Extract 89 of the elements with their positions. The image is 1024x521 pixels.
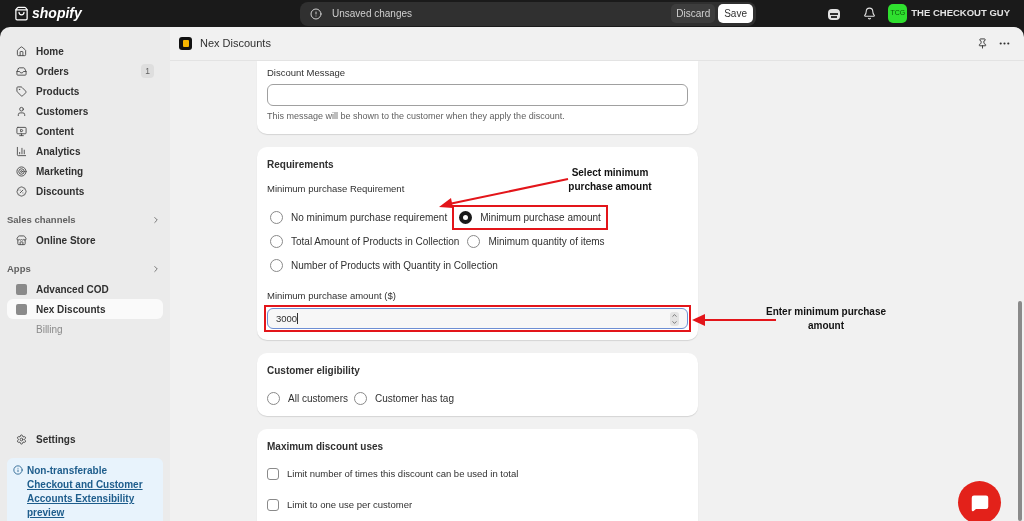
nav-label: Online Store xyxy=(36,233,96,248)
nav-icon xyxy=(16,65,27,77)
info-icon xyxy=(13,465,23,475)
radio-button[interactable] xyxy=(270,211,283,224)
notification-bell-icon[interactable] xyxy=(863,7,877,20)
nav-item[interactable]: Products xyxy=(7,81,163,101)
annotation-text: Select minimum purchase amount xyxy=(567,166,653,194)
section-heading: Apps xyxy=(7,261,31,276)
nav-item[interactable]: Nex Discounts xyxy=(7,299,163,319)
store-name[interactable]: THE CHECKOUT GUY xyxy=(911,6,1010,21)
discard-button[interactable]: Discard xyxy=(671,4,716,23)
app-icon xyxy=(16,303,27,315)
settings-icon xyxy=(16,433,27,445)
store-icon xyxy=(16,234,27,246)
nav-item[interactable]: Customers xyxy=(7,101,163,121)
nav-icon xyxy=(16,185,27,197)
amount-input[interactable]: 3000 xyxy=(267,308,688,330)
app-icon xyxy=(179,37,192,50)
nav-label: Analytics xyxy=(36,144,81,159)
option-label: All customers xyxy=(288,392,348,407)
nav-label: Marketing xyxy=(36,164,84,179)
field-label: Discount Message xyxy=(267,66,347,80)
logo-text: shopify xyxy=(32,4,82,23)
nav-item[interactable]: Advanced COD xyxy=(7,279,163,299)
nav-icon xyxy=(16,45,27,57)
chat-icon xyxy=(970,493,989,512)
nav-label: Nex Discounts xyxy=(36,302,106,317)
nav-label: Content xyxy=(36,124,74,139)
card-title: Customer eligibility xyxy=(267,364,360,379)
help-text: This message will be shown to the customer when they apply the discount. xyxy=(267,110,566,124)
nav-label: Settings xyxy=(36,432,76,447)
scrollbar[interactable] xyxy=(1018,301,1022,521)
bag-logo-icon xyxy=(14,6,29,21)
section-heading: Sales channels xyxy=(7,212,76,227)
subtitle: Minimum purchase Requirement xyxy=(267,181,405,196)
app-title: Nex Discounts xyxy=(200,36,271,52)
card-title: Maximum discount uses xyxy=(267,440,384,455)
chevron-right-icon[interactable] xyxy=(151,215,161,225)
nav-item[interactable]: Analytics xyxy=(7,141,163,161)
chevron-right-icon[interactable] xyxy=(151,264,161,274)
alert-icon xyxy=(310,7,322,20)
checkbox[interactable] xyxy=(267,498,279,511)
nav-icon xyxy=(16,165,27,177)
message-input[interactable] xyxy=(267,84,688,107)
annotation-text: Enter minimum purchase amount xyxy=(765,305,887,333)
field-label: Minimum purchase amount ($) xyxy=(267,289,396,303)
nav-label: Orders xyxy=(36,64,69,79)
nav-icon xyxy=(16,145,27,157)
app-icon xyxy=(16,283,27,295)
nav-label: Customers xyxy=(36,104,89,119)
option-label: Total Amount of Products in Collection xyxy=(291,235,460,249)
nav-item[interactable]: Marketing xyxy=(7,161,163,181)
radio-button[interactable] xyxy=(270,235,283,248)
option-label: No minimum purchase requirement xyxy=(291,211,448,225)
option-label: Minimum purchase amount xyxy=(480,211,601,225)
nav-label: Billing xyxy=(36,322,63,337)
card-title: Requirements xyxy=(267,157,334,172)
option-label: Customer has tag xyxy=(375,392,454,407)
option-label: Limit to one use per customer xyxy=(287,497,413,512)
banner-title: Non-transferable xyxy=(27,464,108,478)
nav-item[interactable]: Home xyxy=(7,41,163,61)
radio-button[interactable] xyxy=(354,392,367,406)
stepper-icon[interactable] xyxy=(670,311,679,326)
radio-button[interactable] xyxy=(267,392,280,406)
nav-icon xyxy=(16,85,27,97)
nav-label: Products xyxy=(36,84,80,99)
nav-icon xyxy=(16,105,27,117)
banner-link[interactable]: Checkout and Customer Accounts Extensibility preview xyxy=(27,478,157,520)
notice-text: Unsaved changes xyxy=(332,7,413,21)
save-button[interactable]: Save xyxy=(718,4,753,23)
radio-button[interactable] xyxy=(270,259,283,272)
nav-item[interactable]: Orders 1 xyxy=(7,61,163,81)
nav-label: Advanced COD xyxy=(36,282,109,297)
nav-item[interactable]: Settings xyxy=(7,429,163,449)
pin-icon[interactable] xyxy=(977,38,988,49)
nav-label: Discounts xyxy=(36,184,85,199)
radio-button[interactable] xyxy=(459,211,473,224)
mascot-icon[interactable] xyxy=(827,6,842,21)
option-label: Minimum quantity of items xyxy=(488,235,605,249)
checkbox[interactable] xyxy=(267,468,279,481)
nav-item[interactable]: Content xyxy=(7,121,163,141)
nav-icon xyxy=(16,125,27,137)
option-label: Limit number of times this discount can be used in total xyxy=(287,467,519,482)
count-badge: 1 xyxy=(141,63,154,79)
nav-label: Home xyxy=(36,44,64,59)
option-label: Number of Products with Quantity in Collection xyxy=(291,259,498,273)
radio-button[interactable] xyxy=(467,235,481,248)
nav-item[interactable]: Discounts xyxy=(7,181,163,201)
nav-item[interactable]: Online Store xyxy=(7,230,163,250)
